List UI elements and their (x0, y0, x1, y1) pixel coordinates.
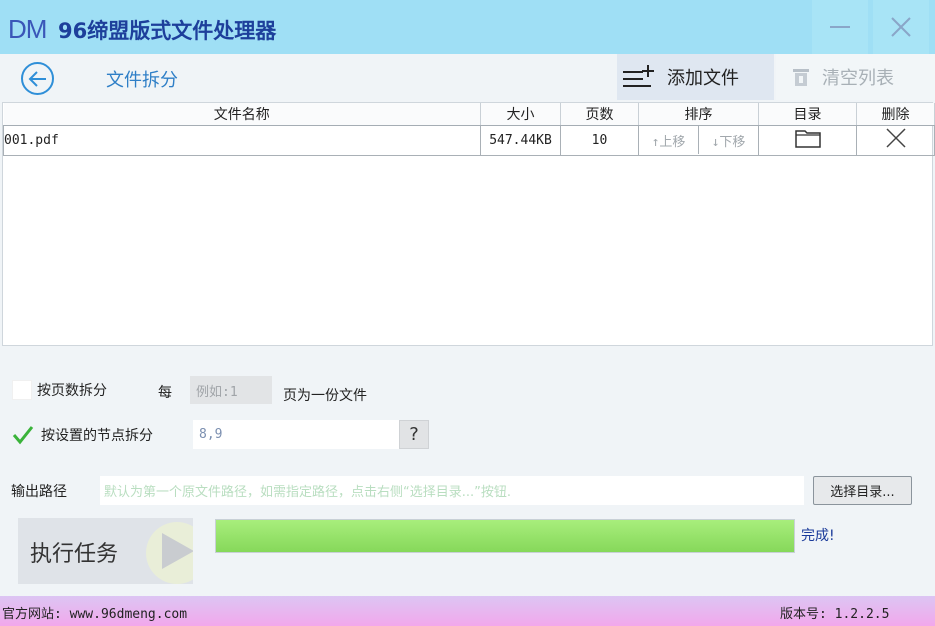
status-text: 完成! (801, 528, 835, 544)
output-path-input[interactable]: 默认为第一个原文件路径，如需指定路径，点击右侧“选择目录...”按钮. (100, 476, 804, 505)
close-icon (891, 17, 911, 37)
folder-icon[interactable] (794, 128, 821, 148)
clear-list-label: 清空列表 (822, 68, 894, 89)
minimize-button[interactable] (812, 0, 868, 54)
minimize-icon (830, 26, 850, 28)
column-header-delete[interactable]: 删除 (856, 103, 935, 126)
table-header-row: 文件名称 大小 页数 排序 目录 删除 (3, 103, 935, 126)
delete-icon[interactable] (885, 128, 907, 148)
open-folder-cell[interactable] (758, 124, 857, 156)
trash-icon (793, 69, 809, 86)
file-name-cell: 001.pdf (3, 124, 481, 156)
pages-per-file-input[interactable]: 例如:1 (190, 376, 272, 404)
official-site-text[interactable]: 官方网站: www.96dmeng.com (2, 603, 187, 622)
column-header-folder[interactable]: 目录 (758, 103, 857, 126)
app-title: 96缔盟版式文件处理器 (58, 19, 277, 43)
help-button[interactable]: ? (399, 420, 429, 449)
run-task-button[interactable]: 执行任务 (18, 518, 193, 584)
split-by-bookmark-label: 按设置的节点拆分 (41, 428, 153, 444)
delete-cell[interactable] (856, 124, 935, 156)
column-header-name[interactable]: 文件名称 (3, 103, 481, 126)
add-file-label: 添加文件 (667, 68, 739, 89)
close-button[interactable] (873, 0, 929, 54)
file-pages-cell: 10 (560, 124, 639, 156)
split-by-pages-label: 按页数拆分 (37, 383, 107, 399)
play-icon (162, 533, 193, 569)
add-file-button[interactable]: 添加文件 (617, 54, 774, 100)
bookmark-pages-input[interactable]: 8,9 (193, 420, 399, 449)
arrow-left-icon (28, 70, 46, 87)
progress-fill (216, 520, 794, 552)
app-logo: DM (8, 14, 47, 44)
choose-directory-button[interactable]: 选择目录... (813, 476, 912, 505)
split-by-pages-option: 按页数拆分 (12, 380, 107, 400)
checkmark-icon[interactable] (12, 424, 34, 446)
move-down-button[interactable]: ↓下移 (699, 126, 758, 154)
progress-bar (215, 519, 795, 553)
table-row[interactable]: 001.pdf 547.44KB 10 ↑上移 ↓下移 (3, 124, 935, 156)
split-by-pages-checkbox[interactable] (12, 380, 32, 400)
column-header-size[interactable]: 大小 (480, 103, 561, 126)
toolbar: 文件拆分 添加文件 清空列表 (0, 54, 935, 102)
every-label: 每 (158, 385, 172, 401)
page-title: 文件拆分 (106, 70, 178, 91)
split-by-bookmark-option: 按设置的节点拆分 (12, 424, 153, 446)
file-size-cell: 547.44KB (480, 124, 561, 156)
footer: 官方网站: www.96dmeng.com 版本号: 1.2.2.5 (0, 596, 935, 626)
clear-list-button[interactable]: 清空列表 (776, 54, 935, 100)
file-table: 文件名称 大小 页数 排序 目录 删除 001.pdf 547.44KB 10 … (2, 102, 935, 346)
version-text: 版本号: 1.2.2.5 (780, 607, 890, 622)
column-header-pages[interactable]: 页数 (560, 103, 639, 126)
sort-cell: ↑上移 ↓下移 (638, 124, 759, 156)
output-path-label: 输出路径 (11, 484, 67, 500)
column-header-sort[interactable]: 排序 (638, 103, 759, 126)
pages-suffix-label: 页为一份文件 (283, 388, 367, 404)
add-list-icon (623, 65, 654, 87)
title-bar: DM 96缔盟版式文件处理器 (0, 0, 935, 54)
move-up-button[interactable]: ↑上移 (639, 126, 699, 154)
back-button[interactable] (21, 62, 54, 95)
run-task-label: 执行任务 (30, 542, 119, 567)
